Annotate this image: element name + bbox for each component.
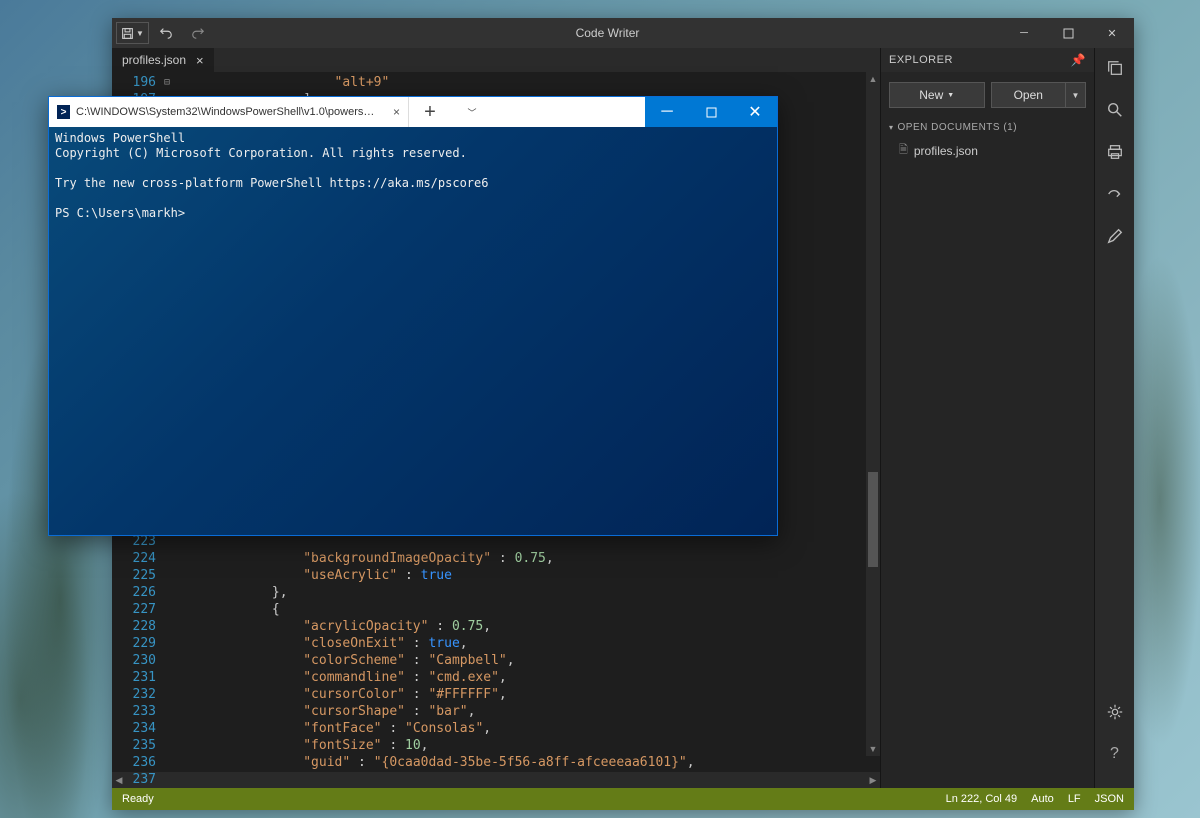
scroll-down-icon[interactable]: ▼ bbox=[866, 742, 880, 756]
new-button[interactable]: New▼ bbox=[889, 82, 985, 108]
status-position[interactable]: Ln 222, Col 49 bbox=[946, 793, 1018, 805]
edit-button[interactable] bbox=[1101, 222, 1129, 250]
maximize-button[interactable] bbox=[689, 97, 733, 127]
open-documents-header[interactable]: ▾ OPEN DOCUMENTS (1) bbox=[881, 118, 1094, 137]
editor-tabbar: profiles.json × bbox=[112, 48, 880, 72]
terminal-window: > C:\WINDOWS\System32\WindowsPowerShell\… bbox=[48, 96, 778, 536]
explorer-panel: EXPLORER 📌 New▼ Open ▼ ▾ OPEN DOCUMENTS … bbox=[880, 48, 1094, 788]
save-button[interactable]: ▼ bbox=[116, 22, 149, 44]
file-icon: 🗎 bbox=[899, 141, 908, 160]
open-dropdown[interactable]: ▼ bbox=[1065, 83, 1085, 107]
editor-tab[interactable]: profiles.json × bbox=[112, 48, 214, 72]
share-button[interactable] bbox=[1101, 180, 1129, 208]
vertical-scrollbar[interactable]: ▲ ▼ bbox=[866, 72, 880, 756]
terminal-tab-title: C:\WINDOWS\System32\WindowsPowerShell\v1… bbox=[76, 106, 379, 118]
tab-close-icon[interactable]: × bbox=[196, 53, 204, 68]
close-button[interactable]: ✕ bbox=[1090, 18, 1134, 48]
close-icon: ✕ bbox=[748, 102, 761, 122]
titlebar[interactable]: ▼ Code Writer ─ ✕ bbox=[112, 18, 1134, 48]
close-icon: ✕ bbox=[1107, 27, 1116, 40]
close-button[interactable]: ✕ bbox=[733, 97, 777, 127]
minimize-icon: ─ bbox=[661, 103, 672, 121]
share-icon bbox=[1106, 185, 1124, 203]
copy-button[interactable] bbox=[1101, 54, 1129, 82]
chevron-down-icon: ▼ bbox=[947, 92, 954, 99]
print-button[interactable] bbox=[1101, 138, 1129, 166]
copy-icon bbox=[1106, 59, 1124, 77]
search-icon bbox=[1106, 101, 1124, 119]
powershell-icon: > bbox=[57, 105, 70, 119]
status-language[interactable]: JSON bbox=[1095, 793, 1124, 805]
pencil-icon bbox=[1106, 227, 1124, 245]
scroll-up-icon[interactable]: ▲ bbox=[866, 72, 880, 86]
chevron-down-icon: ﹀ bbox=[467, 106, 476, 119]
status-ready: Ready bbox=[122, 793, 154, 805]
maximize-icon bbox=[706, 107, 717, 118]
new-tab-button[interactable]: + bbox=[409, 97, 451, 127]
status-encoding[interactable]: Auto bbox=[1031, 793, 1054, 805]
right-rail: ? bbox=[1094, 48, 1134, 788]
explorer-title: EXPLORER bbox=[889, 54, 953, 66]
settings-button[interactable] bbox=[1101, 698, 1129, 726]
save-icon bbox=[121, 27, 134, 40]
maximize-button[interactable] bbox=[1046, 18, 1090, 48]
pin-icon[interactable]: 📌 bbox=[1071, 53, 1086, 67]
status-bar: Ready Ln 222, Col 49 Auto LF JSON bbox=[112, 788, 1134, 810]
redo-icon bbox=[191, 26, 205, 40]
help-icon: ? bbox=[1110, 745, 1119, 763]
scroll-left-icon[interactable]: ◀ bbox=[112, 775, 126, 786]
chevron-down-icon: ▼ bbox=[136, 29, 144, 38]
undo-button[interactable] bbox=[151, 19, 181, 47]
scroll-thumb[interactable] bbox=[868, 472, 878, 567]
terminal-output[interactable]: Windows PowerShell Copyright (C) Microso… bbox=[49, 127, 777, 535]
explorer-item[interactable]: 🗎 profiles.json bbox=[881, 137, 1094, 164]
status-eol[interactable]: LF bbox=[1068, 793, 1081, 805]
minimize-button[interactable]: ─ bbox=[1002, 18, 1046, 48]
gear-icon bbox=[1106, 703, 1124, 721]
maximize-icon bbox=[1063, 28, 1074, 39]
terminal-titlebar[interactable]: > C:\WINDOWS\System32\WindowsPowerShell\… bbox=[49, 97, 777, 127]
redo-button[interactable] bbox=[183, 19, 213, 47]
print-icon bbox=[1106, 143, 1124, 161]
search-button[interactable] bbox=[1101, 96, 1129, 124]
minimize-button[interactable]: ─ bbox=[645, 97, 689, 127]
tab-label: profiles.json bbox=[122, 53, 186, 67]
minimize-icon: ─ bbox=[1020, 27, 1028, 39]
horizontal-scrollbar[interactable]: ◀ ▶ bbox=[112, 772, 880, 788]
scroll-right-icon[interactable]: ▶ bbox=[866, 775, 880, 786]
plus-icon: + bbox=[424, 101, 436, 124]
tab-close-icon[interactable]: × bbox=[385, 105, 400, 119]
collapse-icon: ▾ bbox=[889, 123, 894, 132]
help-button[interactable]: ? bbox=[1101, 740, 1129, 768]
terminal-tab[interactable]: > C:\WINDOWS\System32\WindowsPowerShell\… bbox=[49, 97, 409, 127]
app-title: Code Writer bbox=[213, 26, 1002, 40]
undo-icon bbox=[159, 26, 173, 40]
tab-dropdown-button[interactable]: ﹀ bbox=[451, 97, 493, 127]
open-button[interactable]: Open ▼ bbox=[991, 82, 1087, 108]
